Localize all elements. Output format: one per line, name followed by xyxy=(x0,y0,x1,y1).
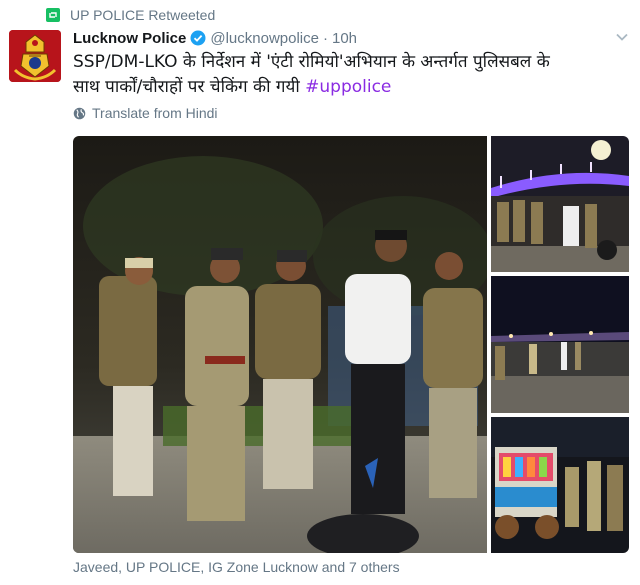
tweet-text-line1: SSP/DM-LKO के निर्देशन में 'एंटी रोमियो'… xyxy=(73,52,550,72)
thumb-photo-1[interactable] xyxy=(491,136,629,272)
media-grid xyxy=(73,136,629,553)
thumb-photo-2[interactable] xyxy=(491,276,629,413)
translate-link[interactable]: Translate from Hindi xyxy=(73,104,218,122)
riverfront-night-photo-icon xyxy=(491,276,629,413)
tweet-text-line2-body: साथ पार्कों/चौराहों पर चेकिंग की गयी xyxy=(73,77,300,97)
tweet-text-line2: साथ पार्कों/चौराहों पर चेकिंग की गयी #up… xyxy=(73,75,608,100)
author-handle[interactable]: @lucknowpolice xyxy=(210,30,319,47)
illuminated-bridge-photo-icon xyxy=(491,136,629,272)
hashtag-link[interactable]: #uppolice xyxy=(305,77,391,97)
verified-badge-icon xyxy=(190,30,206,46)
retweeters-line[interactable]: Javeed, UP POLICE, IG Zone Lucknow and 7… xyxy=(73,559,400,577)
retweet-icon xyxy=(46,8,60,22)
avatar[interactable] xyxy=(9,30,61,82)
chevron-down-icon[interactable] xyxy=(614,29,630,45)
food-cart-night-photo-icon xyxy=(491,417,629,553)
thumb-photo-3[interactable] xyxy=(491,417,629,553)
globe-icon xyxy=(73,107,86,119)
separator-dot: · xyxy=(322,29,328,47)
translate-label[interactable]: Translate from Hindi xyxy=(92,105,218,121)
retweet-context[interactable]: UP POLICE Retweeted xyxy=(46,6,215,24)
tweet-timestamp[interactable]: 10h xyxy=(332,30,357,47)
tweet-text: SSP/DM-LKO के निर्देशन में 'एंटी रोमियो'… xyxy=(73,50,608,100)
author-name[interactable]: Lucknow Police xyxy=(73,30,186,47)
tweet-header: Lucknow Police @lucknowpolice · 10h xyxy=(73,28,357,48)
police-officers-night-photo-icon xyxy=(73,136,487,553)
main-photo[interactable] xyxy=(73,136,487,553)
up-police-emblem-icon xyxy=(9,30,61,82)
retweet-context-label[interactable]: UP POLICE Retweeted xyxy=(70,7,215,23)
